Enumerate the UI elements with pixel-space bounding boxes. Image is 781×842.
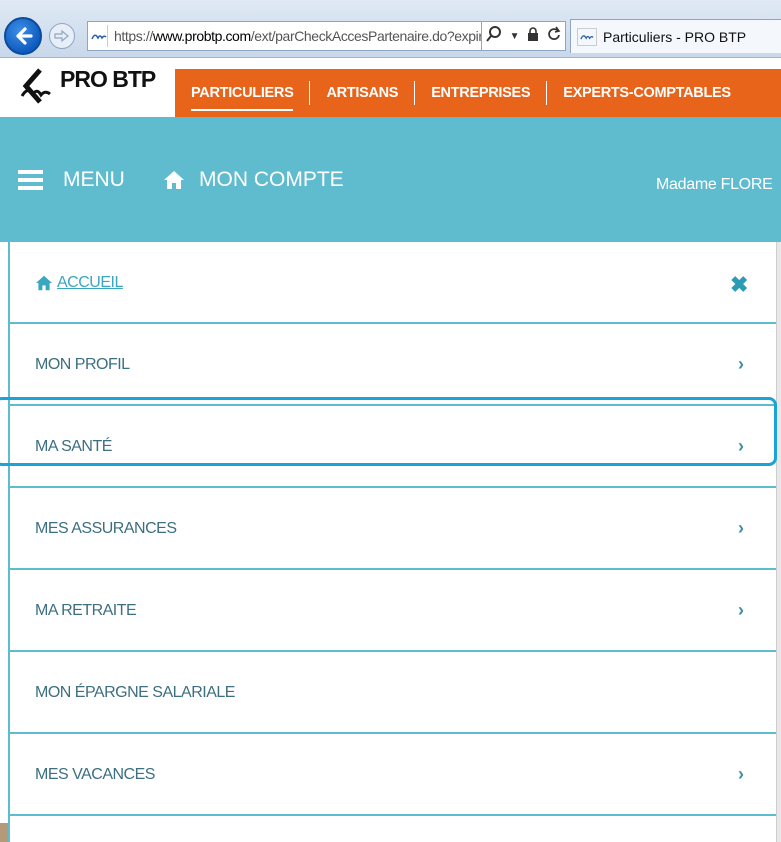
dropdown-arrow-icon[interactable]: ▼ <box>510 31 520 42</box>
main-navigation: PARTICULIERS ARTISANS ENTREPRISES EXPERT… <box>175 69 781 117</box>
background-edge <box>0 823 8 842</box>
menu-item-label: MA SANTÉ <box>35 438 112 455</box>
accueil-label: ACCUEIL <box>57 274 123 291</box>
search-icon[interactable] <box>486 26 502 46</box>
arrow-right-icon <box>54 29 69 43</box>
nav-particuliers[interactable]: PARTICULIERS <box>175 81 309 111</box>
menu-label: MENU <box>63 168 125 191</box>
browser-toolbar: https://www.probtp.com/ext/parCheckAcces… <box>0 0 781 58</box>
probtp-logo-icon <box>20 68 51 104</box>
chevron-right-icon: › <box>738 436 744 456</box>
mon-compte-label: MON COMPTE <box>199 168 344 191</box>
close-icon[interactable]: ✖ <box>730 272 748 298</box>
page-scrollbar[interactable] <box>776 242 781 842</box>
nav-experts-comptables[interactable]: EXPERTS-COMPTABLES <box>546 81 747 105</box>
menu-item-ma-sante[interactable]: MA SANTÉ › <box>10 406 778 488</box>
home-icon <box>164 171 184 189</box>
hamburger-icon <box>18 170 43 190</box>
home-icon <box>36 275 52 291</box>
forward-button[interactable] <box>49 23 75 49</box>
arrow-left-icon <box>16 27 33 45</box>
tab-favicon-icon <box>577 27 597 46</box>
accueil-link[interactable]: ACCUEIL <box>35 274 123 292</box>
chevron-right-icon: › <box>738 764 744 784</box>
menu-item-accueil[interactable]: ACCUEIL ✖ <box>10 242 778 324</box>
site-favicon-icon <box>91 25 108 47</box>
menu-item-label: MON PROFIL <box>35 356 130 373</box>
back-button[interactable] <box>4 17 42 55</box>
menu-item-mes-vacances[interactable]: MES VACANCES › <box>10 734 778 816</box>
menu-item-ma-retraite[interactable]: MA RETRAITE › <box>10 570 778 652</box>
address-url: https://www.probtp.com/ext/parCheckAcces… <box>114 28 482 44</box>
logo-text: PRO BTP <box>60 66 156 92</box>
tab-title: Particuliers - PRO BTP <box>603 28 747 45</box>
probtp-logo[interactable]: PRO BTP <box>18 64 156 106</box>
account-menu: ACCUEIL ✖ MON PROFIL › MA SANTÉ › MES AS… <box>8 242 778 842</box>
chevron-right-icon: › <box>738 354 744 374</box>
browser-tab[interactable]: Particuliers - PRO BTP <box>570 19 781 53</box>
menu-item-mon-epargne-salariale[interactable]: MON ÉPARGNE SALARIALE <box>10 652 778 734</box>
menu-item-mes-assurances[interactable]: MES ASSURANCES › <box>10 488 778 570</box>
lock-icon[interactable] <box>527 27 539 45</box>
menu-item-label: MON ÉPARGNE SALARIALE <box>35 684 235 701</box>
menu-item-label: MES VACANCES <box>35 766 155 783</box>
refresh-icon[interactable] <box>547 26 561 46</box>
address-bar-tools: ▼ <box>482 21 566 51</box>
user-name[interactable]: Madame FLORE <box>656 176 773 194</box>
chevron-right-icon: › <box>738 518 744 538</box>
nav-entreprises[interactable]: ENTREPRISES <box>414 81 546 105</box>
nav-artisans[interactable]: ARTISANS <box>309 81 414 105</box>
menu-item-label: MES ASSURANCES <box>35 520 177 537</box>
screenshot-root: https://www.probtp.com/ext/parCheckAcces… <box>0 0 781 842</box>
menu-item-mon-profil[interactable]: MON PROFIL › <box>10 324 778 406</box>
address-bar[interactable]: https://www.probtp.com/ext/parCheckAcces… <box>87 21 482 51</box>
mon-compte-button[interactable]: MON COMPTE <box>163 168 344 192</box>
menu-button[interactable]: MENU <box>18 168 125 192</box>
menu-item-label: MA RETRAITE <box>35 602 137 619</box>
chevron-right-icon: › <box>738 600 744 620</box>
